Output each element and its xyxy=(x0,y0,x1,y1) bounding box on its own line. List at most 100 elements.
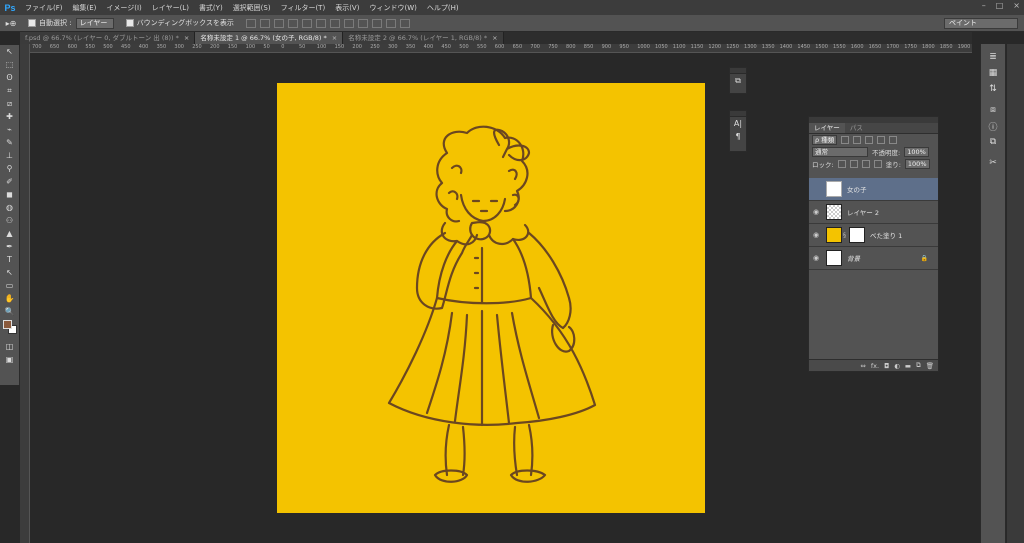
trash-icon[interactable]: 🗑 xyxy=(926,362,934,370)
adjustment-layer-icon[interactable]: ◐ xyxy=(894,362,900,370)
fill-field[interactable]: 100% xyxy=(904,159,930,169)
auto-select-checkbox[interactable] xyxy=(28,19,36,27)
quick-select-tool-icon[interactable]: ⌗ xyxy=(0,84,19,97)
new-group-icon[interactable]: ▬ xyxy=(905,362,911,370)
eye-icon[interactable]: ◉ xyxy=(809,231,823,239)
lasso-tool-icon[interactable]: ʘ xyxy=(0,71,19,84)
bounding-box-checkbox[interactable] xyxy=(125,19,134,27)
histogram-icon[interactable]: ▦ xyxy=(981,65,1005,81)
tab-layers[interactable]: レイヤー xyxy=(809,123,845,133)
lock-transparent-icon[interactable] xyxy=(837,160,846,168)
layer-row-background[interactable]: ◉ 背景 🔒 xyxy=(809,247,938,270)
menu-edit[interactable]: 編集(E) xyxy=(68,3,102,13)
pen-tool-icon[interactable]: ✒ xyxy=(0,240,19,253)
vertical-ruler[interactable] xyxy=(20,44,30,543)
eraser-tool-icon[interactable]: ✐ xyxy=(0,175,19,188)
close-window-button[interactable]: × xyxy=(1013,1,1020,10)
lock-position-icon[interactable] xyxy=(861,160,870,168)
zoom-tool-icon[interactable]: 🔍 xyxy=(0,305,19,318)
filter-shape-icon[interactable] xyxy=(877,136,886,144)
path-select-tool-icon[interactable]: ↖ xyxy=(0,266,19,279)
move-tool-icon[interactable]: ↖ xyxy=(0,45,19,58)
foreground-color-swatch[interactable] xyxy=(3,320,12,329)
maximize-button[interactable]: □ xyxy=(996,1,1004,10)
minimize-button[interactable]: – xyxy=(982,1,986,10)
menu-select[interactable]: 選択範囲(S) xyxy=(228,3,276,13)
filter-smart-icon[interactable] xyxy=(889,136,898,144)
tab-paths[interactable]: パス xyxy=(845,123,868,133)
kind-filter-dropdown[interactable]: ρ 種類 xyxy=(812,135,838,145)
eyedropper-tool-icon[interactable]: ✚ xyxy=(0,110,19,123)
crop-tool-icon[interactable]: ⧄ xyxy=(0,97,19,110)
align-hcenter-icon[interactable] xyxy=(301,18,312,28)
character-icon[interactable]: A| xyxy=(730,117,746,130)
align-bottom-icon[interactable] xyxy=(273,18,284,28)
menu-file[interactable]: ファイル(F) xyxy=(20,3,68,13)
auto-select-dropdown[interactable]: レイヤー xyxy=(75,17,114,29)
lock-all-icon[interactable] xyxy=(873,160,882,168)
new-layer-icon[interactable]: ⧉ xyxy=(916,361,921,370)
dodge-tool-icon[interactable]: ⚇ xyxy=(0,214,19,227)
lock-image-icon[interactable] xyxy=(849,160,858,168)
brush-tool-icon[interactable]: ✎ xyxy=(0,136,19,149)
menu-layer[interactable]: レイヤー(L) xyxy=(147,3,194,13)
layer-comps-icon[interactable]: ⧉ xyxy=(981,134,1005,150)
opacity-field[interactable]: 100% xyxy=(904,147,929,157)
history-brush-tool-icon[interactable]: ⚲ xyxy=(0,162,19,175)
clone-stamp-tool-icon[interactable]: ⊥ xyxy=(0,149,19,162)
layer-row-solid-fill[interactable]: ◉ § べた塗り 1 xyxy=(809,224,938,247)
close-icon[interactable]: × xyxy=(492,32,497,44)
history-icon[interactable]: ≣ xyxy=(981,49,1005,65)
close-icon[interactable]: × xyxy=(184,32,189,44)
blur-tool-icon[interactable]: ◍ xyxy=(0,201,19,214)
layer-row-girl[interactable]: 女の子 xyxy=(809,178,938,201)
type-tool-icon[interactable]: T xyxy=(0,253,19,266)
eye-icon[interactable]: ◉ xyxy=(809,208,823,216)
menu-view[interactable]: 表示(V) xyxy=(330,3,364,13)
quick-mask-icon[interactable]: ◫ xyxy=(0,340,19,353)
align-vcenter-icon[interactable] xyxy=(259,18,270,28)
marquee-tool-icon[interactable]: ⬚ xyxy=(0,58,19,71)
distribute-right-icon[interactable] xyxy=(399,18,410,28)
tab-document-1[interactable]: f.psd @ 66.7% (レイヤー 0, ダブルトーン 出 (8)) * × xyxy=(20,32,196,44)
paragraph-icon[interactable]: ¶ xyxy=(730,130,746,143)
tool-presets-icon[interactable]: ✂ xyxy=(981,155,1005,171)
adjustments-icon[interactable]: ⇅ xyxy=(981,81,1005,97)
align-left-icon[interactable] xyxy=(287,18,298,28)
close-icon[interactable]: × xyxy=(332,32,337,44)
filter-adjust-icon[interactable] xyxy=(853,136,862,144)
menu-help[interactable]: ヘルプ(H) xyxy=(422,3,464,13)
tab-document-3[interactable]: 名称未設定 2 @ 66.7% (レイヤー 1, RGB/8) * × xyxy=(343,32,504,44)
properties-icon[interactable]: ⧈ xyxy=(981,102,1005,118)
fx-icon[interactable]: fx. xyxy=(871,362,879,370)
distribute-top-icon[interactable] xyxy=(329,18,340,28)
move-tool-preset-icon[interactable]: ▸⊕ xyxy=(0,19,22,28)
shape-tool-icon[interactable]: ▭ xyxy=(0,279,19,292)
blend-mode-dropdown[interactable]: 通常 xyxy=(812,147,868,157)
workspace-dropdown[interactable]: ペイント xyxy=(944,18,1018,29)
layer-comps-icon[interactable]: ⧉ xyxy=(730,74,746,87)
filter-type-icon[interactable] xyxy=(865,136,874,144)
healing-brush-tool-icon[interactable]: ⌁ xyxy=(0,123,19,136)
menu-type[interactable]: 書式(Y) xyxy=(194,3,228,13)
screen-mode-icon[interactable]: ▣ xyxy=(0,353,19,366)
distribute-vcenter-icon[interactable] xyxy=(343,18,354,28)
align-top-icon[interactable] xyxy=(245,18,256,28)
link-layers-icon[interactable]: ⇔ xyxy=(860,362,865,370)
add-mask-icon[interactable]: ◘ xyxy=(884,362,889,370)
filter-pixel-icon[interactable] xyxy=(841,136,850,144)
info-icon[interactable]: ⓘ xyxy=(981,118,1005,134)
horizontal-ruler[interactable]: 700 650 600 550 500 450 400 350 300 250 200 150 100 5… xyxy=(30,44,972,53)
layer-row-layer-2[interactable]: ◉ レイヤー 2 xyxy=(809,201,938,224)
menu-image[interactable]: イメージ(I) xyxy=(101,3,146,13)
eye-icon[interactable]: ◉ xyxy=(809,254,823,262)
distribute-hcenter-icon[interactable] xyxy=(385,18,396,28)
menu-filter[interactable]: フィルター(T) xyxy=(276,3,331,13)
document-canvas[interactable] xyxy=(277,83,705,513)
sharpen-tool-icon[interactable]: ▲ xyxy=(0,227,19,240)
align-right-icon[interactable] xyxy=(315,18,326,28)
distribute-left-icon[interactable] xyxy=(371,18,382,28)
menu-window[interactable]: ウィンドウ(W) xyxy=(364,3,421,13)
distribute-bottom-icon[interactable] xyxy=(357,18,368,28)
hand-tool-icon[interactable]: ✋ xyxy=(0,292,19,305)
